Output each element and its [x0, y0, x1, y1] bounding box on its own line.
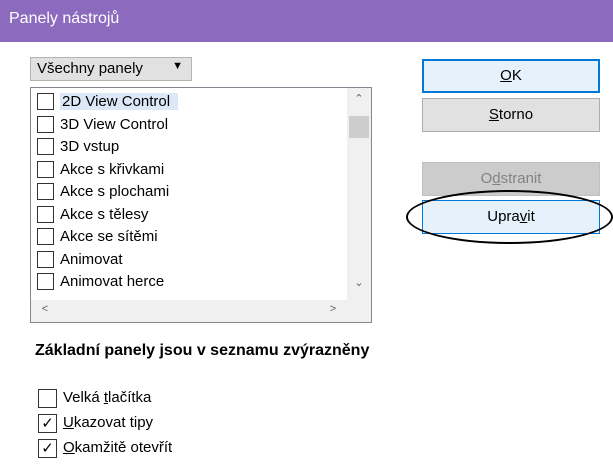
toolbar-list-item[interactable]: Animovat [33, 249, 346, 272]
toolbar-checkbox[interactable] [37, 93, 54, 110]
toolbar-item-label: 3D vstup [60, 138, 120, 155]
show-tips-label: Ukazovat tipy [63, 414, 154, 431]
edit-button-label: Upravit [487, 208, 535, 225]
toolbar-item-label: Akce s křivkami [60, 160, 165, 178]
toolbar-list-item[interactable]: Akce s křivkami [33, 159, 346, 182]
scroll-up-arrow-icon[interactable]: ⌃ [347, 92, 371, 105]
vertical-scroll-thumb[interactable] [349, 116, 369, 138]
title-bar[interactable]: Panely nástrojů [0, 0, 613, 42]
show-tips-checkbox[interactable]: ✓ [38, 414, 57, 433]
toolbar-checkbox[interactable] [37, 273, 54, 290]
toolbar-list-item[interactable]: Animovat herce [33, 271, 346, 294]
toolbar-item-label: Akce s plochami [60, 183, 170, 200]
scroll-left-arrow-icon[interactable]: < [33, 303, 57, 315]
toolbar-checkbox[interactable] [37, 115, 54, 133]
open-immediately-label: Okamžitě otevřít [63, 439, 173, 456]
toolbar-list-item[interactable]: Akce s plochami [33, 181, 346, 204]
cancel-button-label: Storno [488, 106, 534, 123]
delete-button-label: Odstranit [480, 170, 542, 187]
toolbar-checkbox[interactable] [37, 228, 54, 245]
scroll-down-arrow-icon[interactable]: ⌄ [347, 276, 371, 289]
toolbar-list-item[interactable]: 3D View Control [33, 114, 346, 137]
toolbar-checkbox[interactable] [37, 138, 54, 155]
horizontal-scrollbar[interactable]: < > [31, 300, 347, 322]
large-buttons-label: Velká tlačítka [63, 389, 152, 406]
large-buttons-checkbox[interactable] [38, 389, 57, 408]
edit-button[interactable]: Upravit [422, 200, 600, 234]
toolbar-item-label: Akce s tělesy [60, 205, 149, 223]
toolbar-checkbox[interactable] [37, 160, 54, 178]
toolbar-list-item[interactable]: 3D vstup [33, 136, 346, 159]
scrollbar-corner [347, 300, 371, 322]
toolbar-checkbox[interactable] [37, 205, 54, 223]
open-immediately-checkbox[interactable]: ✓ [38, 439, 57, 458]
basic-toolbars-note: Základní panely jsou v seznamu zvýrazněn… [35, 342, 370, 359]
dialog-title: Panely nástrojů [9, 10, 120, 27]
cancel-button[interactable]: Storno [422, 98, 600, 132]
toolbar-filter-dropdown[interactable]: Všechny panely ▼ [30, 57, 192, 81]
toolbar-checkbox[interactable] [37, 183, 54, 200]
toolbar-checkbox[interactable] [37, 250, 54, 268]
toolbar-list-item[interactable]: 2D View Control [33, 91, 346, 114]
toolbar-list-item[interactable]: Akce s tělesy [33, 204, 346, 227]
toolbar-item-label: Animovat [60, 250, 123, 268]
vertical-scrollbar[interactable]: ⌃ ⌄ [347, 88, 371, 301]
toolbar-list[interactable]: 2D View Control 3D View Control 3D vstup Ak… [30, 87, 372, 323]
ok-button[interactable]: OK [422, 59, 600, 93]
toolbar-item-label: 2D View Control [60, 93, 179, 110]
toolbar-item-label: 3D View Control [60, 115, 169, 133]
toolbar-list-item[interactable]: Akce se sítěmi [33, 226, 346, 249]
toolbar-item-label: Akce se sítěmi [60, 228, 158, 245]
delete-button[interactable]: Odstranit [422, 162, 600, 196]
ok-button-label: OK [500, 67, 522, 84]
toolbars-dialog: Panely nástrojů Všechny panely ▼ 2D View… [0, 0, 613, 468]
scroll-right-arrow-icon[interactable]: > [321, 303, 345, 315]
toolbar-item-label: Animovat herce [60, 273, 165, 290]
toolbar-list-items: 2D View Control 3D View Control 3D vstup Ak… [33, 91, 346, 294]
filter-selected-value: Všechny panely [37, 60, 143, 77]
dropdown-arrow-icon: ▼ [172, 60, 183, 72]
